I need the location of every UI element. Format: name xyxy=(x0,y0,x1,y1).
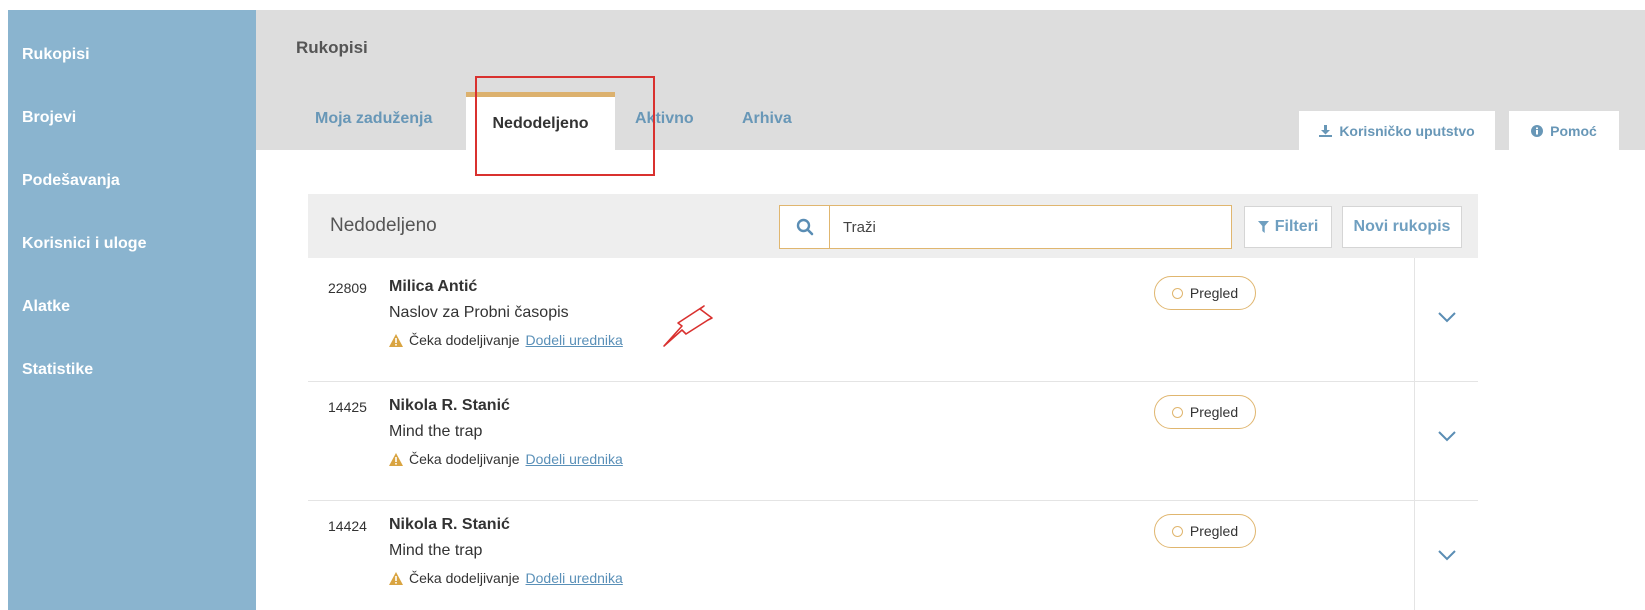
search-icon[interactable] xyxy=(780,206,830,248)
assign-editor-link[interactable]: Dodeli urednika xyxy=(526,451,623,467)
submission-title: Naslov za Probni časopis xyxy=(389,304,569,321)
status-line: Čeka dodeljivanje Dodeli urednika xyxy=(389,451,623,467)
arrow-annotation xyxy=(663,305,713,347)
chevron-down-icon[interactable] xyxy=(1436,310,1458,324)
help-button[interactable]: Pomoć xyxy=(1508,110,1620,150)
sidebar-item-alatke[interactable]: Alatke xyxy=(8,262,256,325)
stage-label: Pregled xyxy=(1189,285,1239,301)
stage-badge: Pregled xyxy=(1154,514,1256,548)
stage-label: Pregled xyxy=(1189,523,1239,539)
manuscript-panel: Nedodeljeno Filteri Novi rukopis 22809 M… xyxy=(308,194,1478,610)
list-item: 14424 Nikola R. Stanić Mind the trap Ček… xyxy=(308,496,1478,610)
status-line: Čeka dodeljivanje Dodeli urednika xyxy=(389,570,623,586)
tab-arhiva[interactable]: Arhiva xyxy=(742,110,792,128)
author-name: Nikola R. Stanić xyxy=(389,397,510,414)
row-divider xyxy=(1414,377,1415,501)
list-item: 14425 Nikola R. Stanić Mind the trap Ček… xyxy=(308,377,1478,501)
status-text: Čeka dodeljivanje xyxy=(409,332,520,348)
panel-header: Nedodeljeno Filteri Novi rukopis xyxy=(308,194,1478,258)
submission-id: 22809 xyxy=(328,280,367,296)
download-icon xyxy=(1319,124,1333,137)
warning-icon xyxy=(389,333,403,347)
stage-badge: Pregled xyxy=(1154,276,1256,310)
assign-editor-link[interactable]: Dodeli urednika xyxy=(526,332,623,348)
stage-circle-icon xyxy=(1171,287,1183,299)
row-divider xyxy=(1414,258,1415,382)
sidebar: Rukopisi Brojevi Podešavanja Korisnici i… xyxy=(8,10,256,610)
filters-label: Filteri xyxy=(1274,218,1319,235)
user-guide-label: Korisničko uputstvo xyxy=(1339,122,1475,139)
help-label: Pomoć xyxy=(1550,122,1597,139)
submission-title: Mind the trap xyxy=(389,542,483,559)
sidebar-item-rukopisi[interactable]: Rukopisi xyxy=(8,10,256,73)
submission-title: Mind the trap xyxy=(389,423,483,440)
search-input[interactable] xyxy=(830,206,1231,248)
search-box xyxy=(779,205,1232,249)
chevron-down-icon[interactable] xyxy=(1436,548,1458,562)
assign-editor-link[interactable]: Dodeli urednika xyxy=(526,570,623,586)
page-title: Rukopisi xyxy=(296,38,368,57)
header: Rukopisi Moja zaduženja Nedodeljeno Akti… xyxy=(256,10,1645,160)
sidebar-item-brojevi[interactable]: Brojevi xyxy=(8,73,256,136)
submission-id: 14424 xyxy=(328,518,367,534)
list-item: 22809 Milica Antić Naslov za Probni časo… xyxy=(308,258,1478,382)
info-icon xyxy=(1531,124,1544,137)
stage-badge: Pregled xyxy=(1154,395,1256,429)
warning-icon xyxy=(389,452,403,466)
sidebar-item-statistike[interactable]: Statistike xyxy=(8,325,256,388)
status-text: Čeka dodeljivanje xyxy=(409,570,520,586)
new-manuscript-label: Novi rukopis xyxy=(1353,218,1451,235)
status-line: Čeka dodeljivanje Dodeli urednika xyxy=(389,332,623,348)
stage-circle-icon xyxy=(1171,525,1183,537)
submission-id: 14425 xyxy=(328,399,367,415)
warning-icon xyxy=(389,571,403,585)
sidebar-item-korisnici[interactable]: Korisnici i uloge xyxy=(8,199,256,262)
row-divider xyxy=(1414,496,1415,610)
panel-title: Nedodeljeno xyxy=(330,215,437,236)
user-guide-button[interactable]: Korisničko uputstvo xyxy=(1298,110,1496,150)
stage-circle-icon xyxy=(1171,406,1183,418)
filter-icon xyxy=(1257,221,1269,233)
new-manuscript-button[interactable]: Novi rukopis xyxy=(1342,206,1462,248)
highlight-annotation xyxy=(475,76,655,176)
chevron-down-icon[interactable] xyxy=(1436,429,1458,443)
status-text: Čeka dodeljivanje xyxy=(409,451,520,467)
stage-label: Pregled xyxy=(1189,404,1239,420)
author-name: Milica Antić xyxy=(389,278,478,295)
tab-moja-zaduzenja[interactable]: Moja zaduženja xyxy=(315,110,432,128)
sidebar-item-podesavanja[interactable]: Podešavanja xyxy=(8,136,256,199)
author-name: Nikola R. Stanić xyxy=(389,516,510,533)
filters-button[interactable]: Filteri xyxy=(1244,206,1332,248)
